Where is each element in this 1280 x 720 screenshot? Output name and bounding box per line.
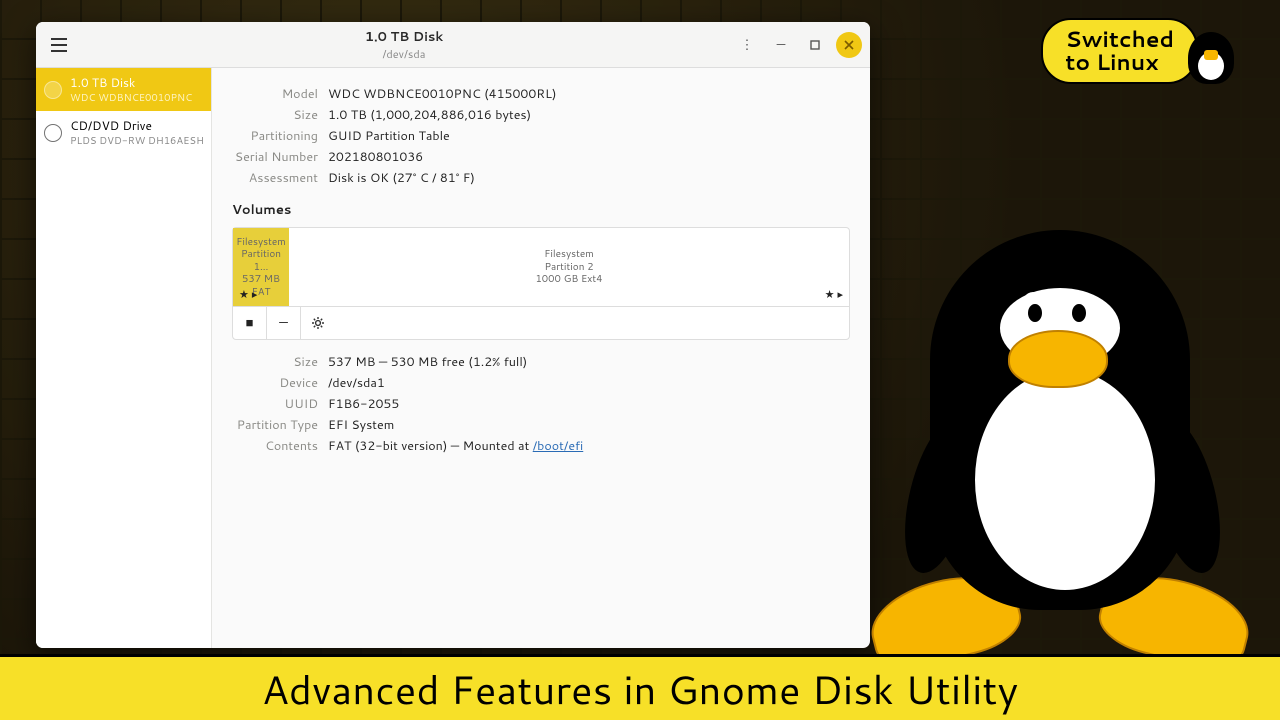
value-ptype: EFI System	[328, 416, 850, 434]
gear-icon	[310, 315, 326, 331]
partition-badges: ★ ▸	[239, 286, 257, 302]
window-title: 1.0 TB Disk	[74, 28, 734, 46]
partition-options-button[interactable]	[301, 307, 335, 339]
logo-line2: to Linux	[1065, 51, 1174, 74]
partition-badges: ★ ▸	[825, 286, 843, 302]
tux-icon	[1188, 32, 1234, 84]
label-ptype: Partition Type	[232, 416, 328, 434]
disk-icon	[44, 81, 62, 99]
value-size: 1.0 TB (1,000,204,886,016 bytes)	[328, 106, 850, 124]
sidebar-item-optical[interactable]: CD/DVD Drive PLDS DVD-RW DH16AESH	[36, 111, 211, 154]
value-selsize: 537 MB — 530 MB free (1.2% full)	[328, 353, 850, 371]
unmount-button[interactable]: ■	[233, 307, 267, 339]
value-model: WDC WDBNCE0010PNC (415000RL)	[328, 85, 850, 103]
value-uuid: F1B6-2055	[328, 395, 850, 413]
window-subtitle: /dev/sda	[74, 46, 734, 62]
mount-point-link[interactable]: /boot/efi	[533, 437, 584, 455]
hamburger-menu-button[interactable]	[44, 30, 74, 60]
titlebar: 1.0 TB Disk /dev/sda ⋮ —	[36, 22, 870, 68]
sidebar-item-label: 1.0 TB Disk	[70, 74, 192, 91]
volume-partition-2[interactable]: Filesystem Partition 2 1000 GB Ext4 ★ ▸	[289, 228, 849, 306]
label-size: Size	[232, 106, 328, 124]
maximize-button[interactable]	[802, 32, 828, 58]
close-button[interactable]	[836, 32, 862, 58]
video-caption: Advanced Features in Gnome Disk Utility	[0, 654, 1280, 720]
label-assessment: Assessment	[232, 169, 328, 187]
value-assessment: Disk is OK (27° C / 81° F)	[328, 169, 850, 187]
label-uuid: UUID	[232, 395, 328, 413]
value-partitioning: GUID Partition Table	[328, 127, 850, 145]
tux-mascot	[880, 230, 1240, 660]
volumes-panel: Filesystem Partition 1… 537 MB FAT ★ ▸ F…	[232, 227, 850, 340]
drive-options-button[interactable]: ⋮	[734, 32, 760, 58]
sidebar-item-label: CD/DVD Drive	[70, 117, 203, 134]
sidebar-item-disk[interactable]: 1.0 TB Disk WDC WDBNCE0010PNC	[36, 68, 211, 111]
label-selsize: Size	[232, 353, 328, 371]
label-partitioning: Partitioning	[232, 127, 328, 145]
label-contents: Contents	[232, 437, 328, 455]
sidebar-item-sublabel: WDC WDBNCE0010PNC	[70, 91, 192, 105]
delete-partition-button[interactable]: —	[267, 307, 301, 339]
volume-toolbar: ■ —	[233, 306, 849, 339]
value-device: /dev/sda1	[328, 374, 850, 392]
channel-logo: Switched to Linux	[1041, 18, 1234, 84]
label-model: Model	[232, 85, 328, 103]
label-device: Device	[232, 374, 328, 392]
optical-drive-icon	[44, 124, 62, 142]
label-serial: Serial Number	[232, 148, 328, 166]
volumes-heading: Volumes	[232, 201, 850, 219]
minimize-button[interactable]: —	[768, 32, 794, 58]
main-pane: ModelWDC WDBNCE0010PNC (415000RL) Size1.…	[212, 68, 870, 648]
volume-partition-1[interactable]: Filesystem Partition 1… 537 MB FAT ★ ▸	[233, 228, 289, 306]
gnome-disks-window: 1.0 TB Disk /dev/sda ⋮ — 1.0 TB Disk WDC…	[36, 22, 870, 648]
value-serial: 202180801036	[328, 148, 850, 166]
value-contents: FAT (32-bit version) — Mounted at /boot/…	[328, 437, 850, 455]
device-sidebar: 1.0 TB Disk WDC WDBNCE0010PNC CD/DVD Dri…	[36, 68, 212, 648]
sidebar-item-sublabel: PLDS DVD-RW DH16AESH	[70, 134, 203, 148]
